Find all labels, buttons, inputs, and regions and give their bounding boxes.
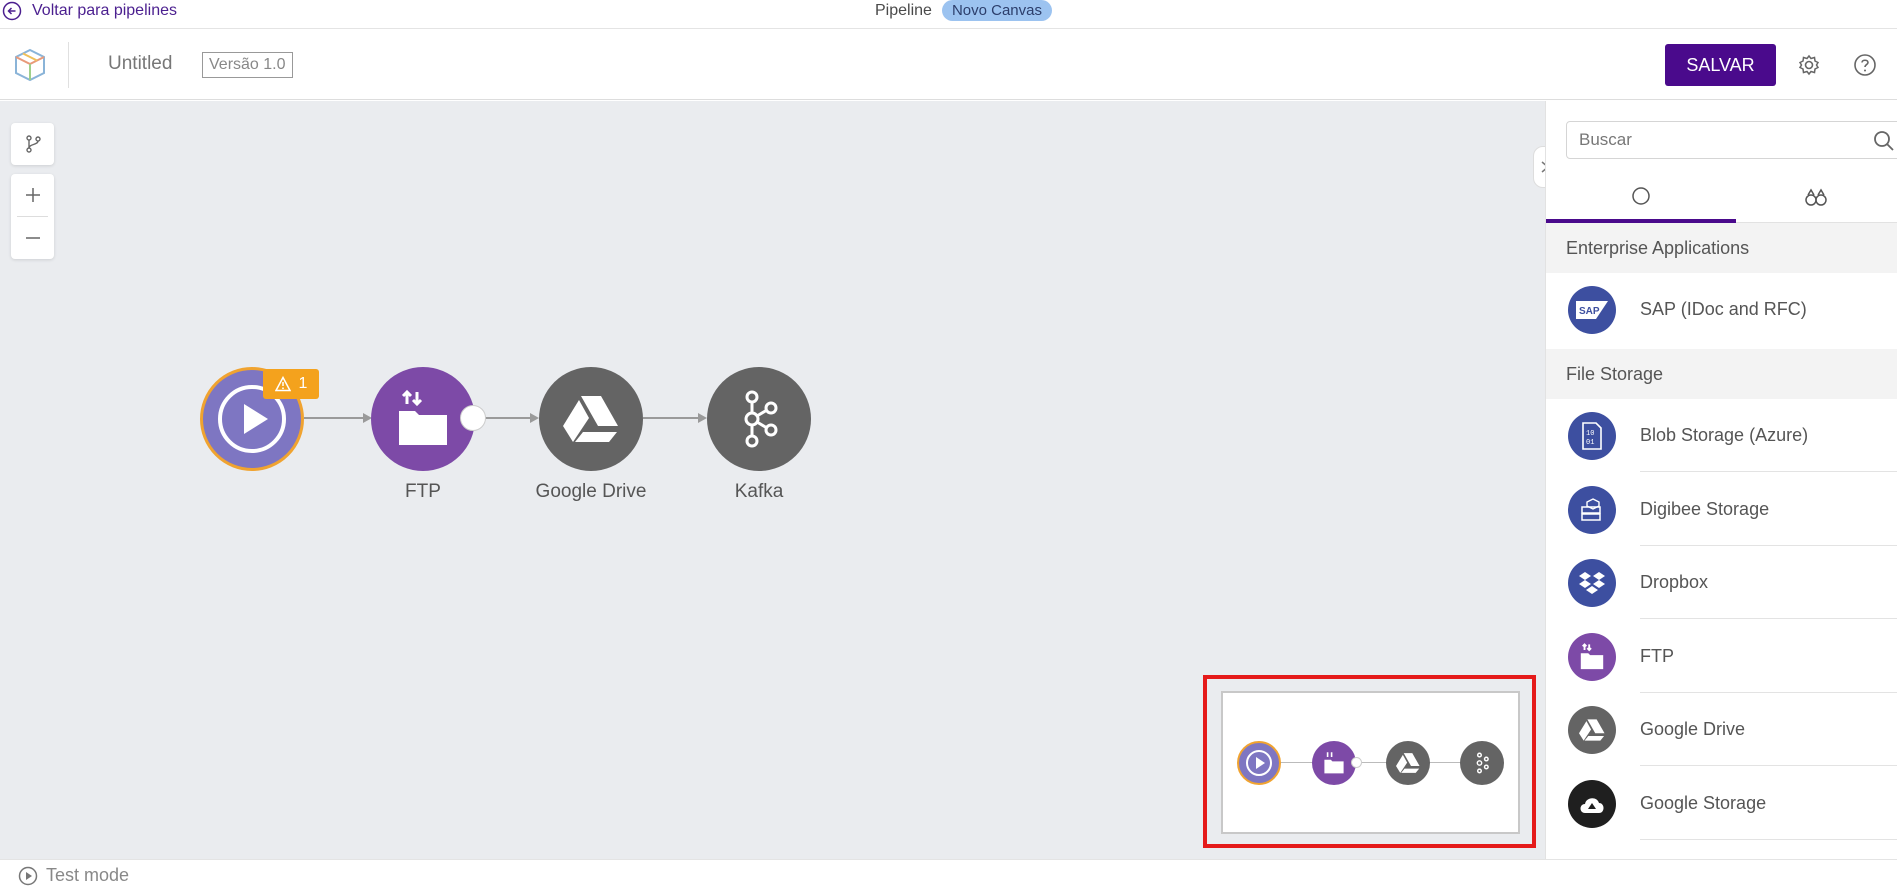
tab-components[interactable] — [1546, 173, 1736, 223]
breadcrumb: Pipeline Novo Canvas — [875, 0, 1052, 21]
warning-triangle-icon — [274, 376, 291, 392]
circle-icon — [1632, 187, 1650, 205]
component-label: Dropbox — [1640, 572, 1709, 592]
component-sidebar: Enterprise Applications SAP SAP (IDoc an… — [1545, 101, 1897, 859]
component-label: SAP (IDoc and RFC) — [1640, 299, 1807, 319]
edge-drive-kafka — [643, 417, 699, 419]
zoom-out-button[interactable] — [11, 217, 54, 259]
node-label-kafka: Kafka — [734, 481, 784, 502]
arrow-left-circle-icon — [2, 1, 22, 21]
warning-count: 1 — [298, 375, 308, 392]
minimap[interactable] — [1221, 691, 1520, 834]
component-label: Google Drive — [1640, 719, 1746, 739]
plus-icon — [25, 188, 40, 202]
item-divider — [1640, 471, 1897, 472]
pipeline-canvas[interactable]: 1 FTP Google Drive Kafka — [0, 101, 1545, 859]
minimap-node-ftp — [1312, 741, 1356, 785]
dropbox-icon — [1568, 558, 1616, 607]
google-drive-icon — [1568, 705, 1616, 754]
help-icon[interactable] — [1852, 52, 1878, 78]
warning-badge[interactable]: 1 — [263, 369, 319, 399]
component-label: Digibee Storage — [1640, 499, 1770, 519]
component-ftp[interactable]: FTP — [1546, 620, 1897, 693]
item-divider — [1640, 839, 1897, 840]
breadcrumb-pipeline: Pipeline — [875, 1, 932, 19]
edge-ftp-drive — [485, 417, 531, 419]
top-strip: Voltar para pipelines Pipeline Novo Canv… — [0, 0, 1897, 29]
test-mode-toggle[interactable]: Test mode — [18, 865, 129, 886]
node-google-drive[interactable] — [539, 367, 643, 471]
shapes-icon — [1805, 188, 1827, 206]
save-button[interactable]: SALVAR — [1665, 44, 1776, 86]
back-to-pipelines-link[interactable]: Voltar para pipelines — [2, 1, 177, 21]
component-google-drive[interactable]: Google Drive — [1546, 693, 1897, 766]
svg-text:SAP: SAP — [1579, 306, 1600, 317]
back-link-label: Voltar para pipelines — [32, 2, 177, 19]
edge-trigger-ftp — [304, 417, 364, 419]
digibee-storage-icon — [1568, 485, 1616, 534]
component-google-storage[interactable]: Google Storage — [1546, 767, 1897, 840]
edge-arrow — [698, 413, 707, 423]
pipeline-title[interactable]: Untitled — [108, 53, 172, 75]
version-tag[interactable]: Versão 1.0 — [202, 52, 293, 78]
search-icon[interactable] — [1872, 129, 1896, 153]
component-label: FTP — [1640, 646, 1674, 666]
svg-text:01: 01 — [1586, 439, 1594, 447]
sidebar-tabs — [1546, 173, 1897, 223]
zoom-in-button[interactable] — [11, 174, 54, 216]
play-circle-icon — [18, 866, 38, 885]
section-file-storage: File Storage — [1546, 349, 1897, 399]
settings-gear-icon[interactable] — [1796, 52, 1822, 78]
google-storage-icon — [1568, 779, 1616, 828]
google-drive-icon — [1396, 753, 1420, 773]
minimap-node-trigger — [1237, 741, 1281, 785]
branch-button[interactable] — [11, 123, 54, 165]
blob-storage-icon: 10 01 — [1568, 411, 1616, 460]
item-divider — [1640, 618, 1897, 619]
minimap-node-kafka — [1460, 741, 1504, 785]
minimap-node-google-drive — [1386, 741, 1430, 785]
kafka-icon — [1476, 752, 1489, 774]
component-blob-storage[interactable]: 10 01 Blob Storage (Azure) — [1546, 399, 1897, 472]
tab-capsules[interactable] — [1721, 173, 1897, 223]
ftp-icon — [1568, 632, 1616, 681]
node-label-google-drive: Google Drive — [535, 481, 647, 502]
git-branch-icon — [25, 135, 41, 153]
component-label: Blob Storage (Azure) — [1640, 425, 1809, 445]
component-digibee-storage[interactable]: Digibee Storage — [1546, 473, 1897, 546]
edge-arrow — [530, 413, 539, 423]
app-logo-icon — [15, 48, 45, 82]
kafka-icon — [744, 390, 778, 448]
minimap-edges — [1275, 762, 1467, 763]
minus-icon — [25, 237, 40, 239]
minimap-port — [1351, 757, 1362, 768]
header: Untitled Versão 1.0 SALVAR — [0, 30, 1897, 100]
component-dropbox[interactable]: Dropbox — [1546, 546, 1897, 619]
search-input[interactable] — [1566, 121, 1897, 159]
item-divider — [1640, 765, 1897, 766]
footer: Test mode — [0, 859, 1897, 890]
play-icon — [1246, 750, 1272, 776]
header-divider — [68, 42, 69, 88]
node-kafka[interactable] — [707, 367, 811, 471]
test-mode-label: Test mode — [46, 865, 130, 885]
sap-icon: SAP — [1568, 285, 1616, 334]
folder-transfer-icon — [399, 389, 447, 445]
component-sap[interactable]: SAP SAP (IDoc and RFC) — [1546, 273, 1897, 346]
ftp-output-port[interactable] — [460, 405, 486, 431]
canvas-badge: Novo Canvas — [941, 0, 1052, 21]
svg-text:10: 10 — [1586, 430, 1594, 438]
zoom-toolbox — [11, 174, 54, 259]
component-label: Google Storage — [1640, 793, 1767, 813]
section-enterprise-applications: Enterprise Applications — [1546, 223, 1897, 273]
google-drive-icon — [563, 396, 618, 442]
node-label-ftp: FTP — [405, 481, 441, 502]
folder-transfer-icon — [1324, 752, 1344, 774]
branch-toolbox — [11, 123, 54, 165]
